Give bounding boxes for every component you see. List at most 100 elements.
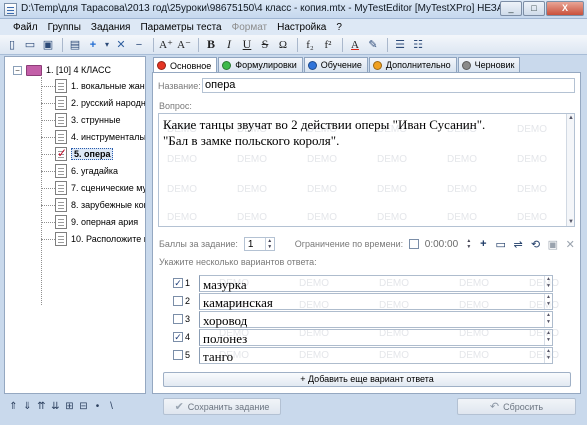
- move-up-icon[interactable]: ⇑: [8, 401, 19, 413]
- tab-draft[interactable]: Черновик: [457, 57, 521, 72]
- answer-scroll-icon[interactable]: ▲ ▼: [544, 275, 552, 291]
- plus-icon[interactable]: +: [477, 237, 490, 251]
- tree-item-selected[interactable]: 5. опера: [41, 146, 114, 162]
- document-icon: [55, 130, 67, 144]
- answer-field[interactable]: танго ▲ ▼: [199, 346, 553, 364]
- tab-wordings[interactable]: Формулировки: [218, 57, 303, 72]
- answer-scroll-icon[interactable]: ▲ ▼: [544, 293, 552, 309]
- numbered-list-icon[interactable]: ☷: [410, 37, 426, 53]
- scroll-down-icon[interactable]: ▼: [568, 219, 574, 225]
- collapse-icon[interactable]: −: [13, 65, 22, 75]
- tab-main[interactable]: Основное: [153, 57, 218, 73]
- tree-item[interactable]: 4. инструментальн: [41, 129, 145, 145]
- task-settings-row: Баллы за задание: 1 ▲ ▼ Ограничение по вр…: [159, 236, 577, 252]
- font-color-icon[interactable]: A: [347, 37, 363, 53]
- tab-training[interactable]: Обучение: [303, 57, 368, 72]
- add-task-icon[interactable]: +: [85, 37, 101, 53]
- save-icon[interactable]: ▣: [40, 37, 56, 53]
- task-tree: − 1. [10] 4 КЛАСС 1. вокальные жанры 2. …: [4, 56, 146, 394]
- menu-file[interactable]: Файл: [8, 22, 43, 33]
- font-grow-icon[interactable]: A⁺: [158, 37, 174, 53]
- menu-groups[interactable]: Группы: [43, 22, 86, 33]
- italic-icon[interactable]: I: [221, 37, 237, 53]
- answer-checkbox[interactable]: [173, 314, 183, 324]
- strikethrough-icon[interactable]: S: [257, 37, 273, 53]
- arrows-icon[interactable]: ⇌: [511, 237, 524, 251]
- tree-item[interactable]: 8. зарубежные комп: [41, 197, 145, 213]
- tab-wordings-label: Формулировки: [235, 60, 297, 70]
- score-stepper[interactable]: 1 ▲ ▼: [243, 237, 275, 251]
- save-small-icon[interactable]: ▣: [546, 237, 559, 251]
- tree-item-label: 9. оперная ария: [71, 217, 139, 227]
- collapse-all-icon[interactable]: ⊟: [78, 401, 89, 413]
- subscript-icon[interactable]: f₂: [302, 37, 318, 53]
- tree-item[interactable]: 2. русский народные: [41, 95, 145, 111]
- menu-help[interactable]: ?: [331, 22, 347, 33]
- tree-item[interactable]: 7. сценические муз: [41, 180, 145, 196]
- add-dropdown-icon[interactable]: ▾: [103, 37, 111, 53]
- answer-checkbox[interactable]: [173, 350, 183, 360]
- delete-icon[interactable]: ✕: [113, 37, 129, 53]
- answer-number: 3: [185, 314, 191, 324]
- question-scrollbar[interactable]: ▲ ▼: [566, 114, 574, 226]
- close-button[interactable]: X: [546, 1, 584, 16]
- superscript-icon[interactable]: f²: [320, 37, 336, 53]
- question-editor[interactable]: DEMO DEMO DEMO DEMO DEMO DEMO DEMO DEMO …: [158, 113, 575, 227]
- dot-icon[interactable]: •: [92, 401, 103, 413]
- stepper-arrows-icon[interactable]: ▲ ▼: [264, 238, 274, 250]
- answer-scroll-icon[interactable]: ▲ ▼: [544, 347, 552, 363]
- new-file-icon[interactable]: ▯: [4, 37, 20, 53]
- tree-item[interactable]: 10. Расположите ин: [41, 231, 145, 247]
- time-limit-field[interactable]: 0:00:00: [425, 239, 465, 250]
- time-stepper-icon[interactable]: ▲ ▼: [465, 238, 473, 250]
- tab-additional[interactable]: Дополнительно: [368, 57, 457, 72]
- close-small-icon[interactable]: ✕: [564, 237, 577, 251]
- pen-icon[interactable]: \: [106, 401, 117, 413]
- monitor-icon[interactable]: ▭: [494, 237, 507, 251]
- answer-field[interactable]: полонез ▲ ▼: [199, 328, 553, 346]
- save-task-button[interactable]: ✔ Сохранить задание: [163, 398, 281, 415]
- answer-checkbox[interactable]: [173, 296, 183, 306]
- tree-item[interactable]: 6. угадайка: [41, 163, 118, 179]
- expand-all-icon[interactable]: ⊞: [64, 401, 75, 413]
- tree-root[interactable]: − 1. [10] 4 КЛАСС: [13, 63, 111, 77]
- move-top-icon[interactable]: ⇈: [36, 401, 47, 413]
- scroll-up-icon[interactable]: ▲: [568, 115, 574, 121]
- tree-item[interactable]: 9. оперная ария: [41, 214, 138, 230]
- bold-icon[interactable]: B: [203, 37, 219, 53]
- highlight-icon[interactable]: ✎: [365, 37, 381, 53]
- answer-checkbox[interactable]: ✓: [173, 332, 183, 342]
- answer-field[interactable]: мазурка ▲ ▼: [199, 274, 553, 292]
- time-limit-checkbox[interactable]: [409, 239, 419, 249]
- answer-checkbox[interactable]: ✓: [173, 278, 183, 288]
- minimize-button[interactable]: _: [500, 1, 522, 16]
- menu-settings[interactable]: Настройка: [272, 22, 331, 33]
- answer-scroll-icon[interactable]: ▲ ▼: [544, 329, 552, 345]
- menu-test-params[interactable]: Параметры теста: [135, 22, 226, 33]
- tree-item[interactable]: 3. струнные: [41, 112, 120, 128]
- reset-button[interactable]: ↶ Сбросить: [457, 398, 576, 415]
- task-icon[interactable]: ▤: [67, 37, 83, 53]
- move-bottom-icon[interactable]: ⇊: [50, 401, 61, 413]
- answer-number: 2: [185, 296, 191, 306]
- maximize-button[interactable]: □: [523, 1, 545, 16]
- remove-icon[interactable]: −: [131, 37, 147, 53]
- name-field[interactable]: опера: [202, 78, 575, 93]
- add-answer-button[interactable]: + Добавить еще вариант ответа: [163, 372, 571, 387]
- answer-scroll-icon[interactable]: ▲ ▼: [544, 311, 552, 327]
- bullet-list-icon[interactable]: ☰: [392, 37, 408, 53]
- font-shrink-icon[interactable]: A⁻: [176, 37, 192, 53]
- menu-format[interactable]: Формат: [227, 22, 273, 33]
- open-folder-icon[interactable]: ▭: [22, 37, 38, 53]
- omega-icon[interactable]: Ω: [275, 37, 291, 53]
- tree-item[interactable]: 1. вокальные жанры: [41, 78, 145, 94]
- shuffle-icon[interactable]: ⟲: [529, 237, 542, 251]
- move-down-icon[interactable]: ⇓: [22, 401, 33, 413]
- question-line-1: Какие танцы звучат во 2 действии оперы "…: [163, 117, 486, 132]
- menu-tasks[interactable]: Задания: [86, 22, 136, 33]
- answers-label: Укажите несколько вариантов ответа:: [159, 257, 317, 267]
- tab-draft-label: Черновик: [474, 60, 515, 70]
- answer-field[interactable]: камаринская ▲ ▼: [199, 292, 553, 310]
- underline-icon[interactable]: U: [239, 37, 255, 53]
- answer-field[interactable]: хоровод ▲ ▼: [199, 310, 553, 328]
